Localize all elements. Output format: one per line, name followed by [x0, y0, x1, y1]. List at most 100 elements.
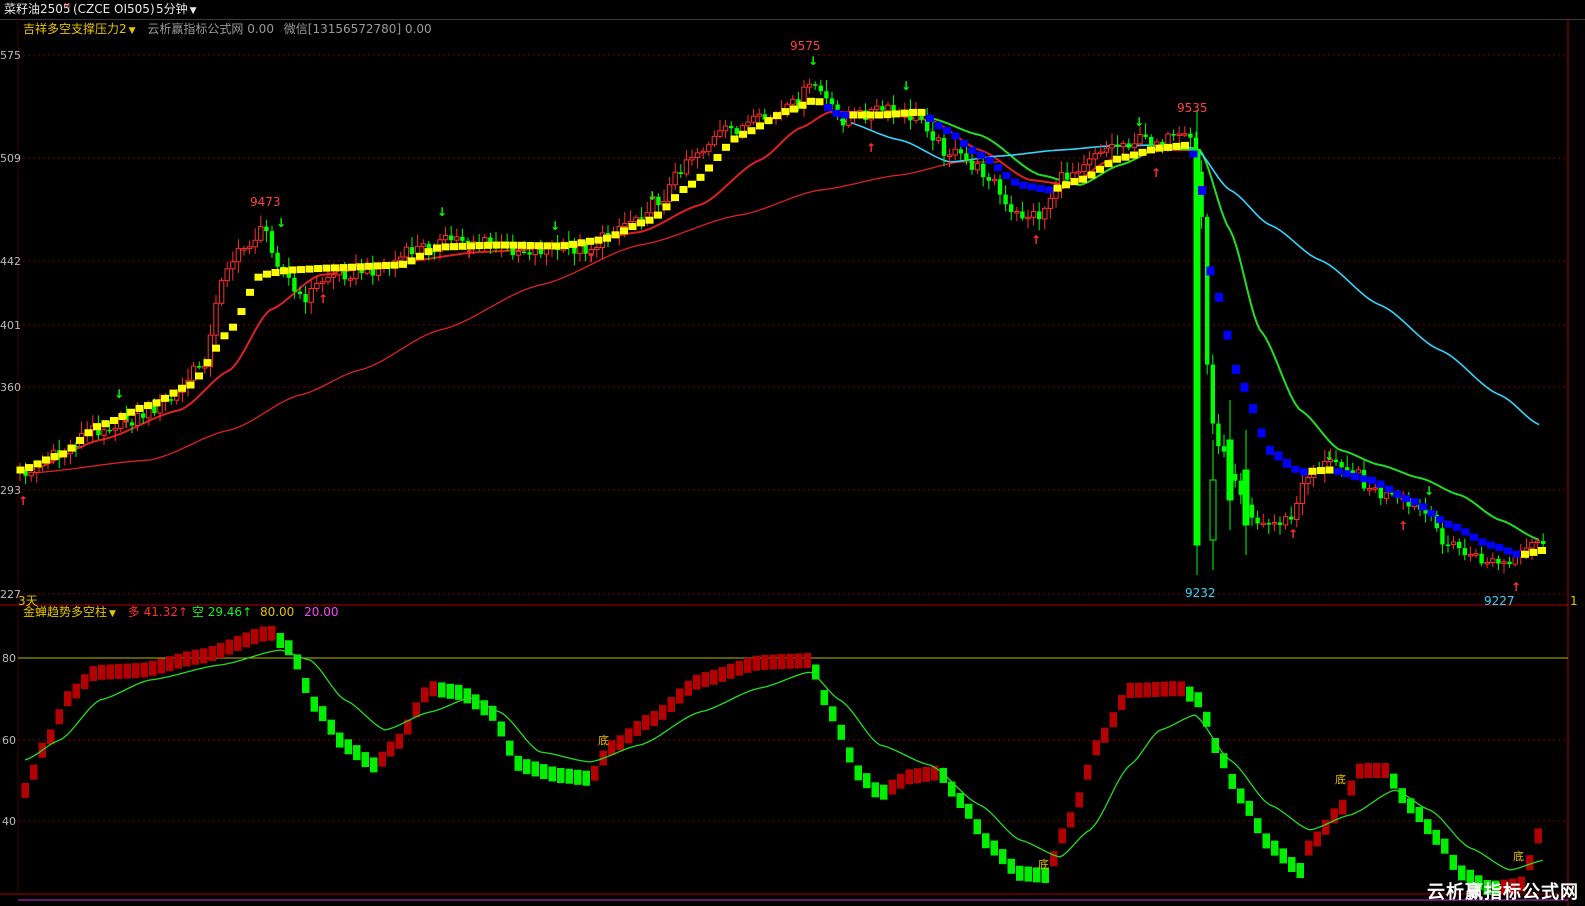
candle-body [806, 83, 813, 88]
candles [17, 78, 1546, 575]
oscillator-bar [1075, 792, 1083, 808]
ribbon-block [492, 241, 501, 249]
ribbon-block [399, 260, 407, 268]
candle-body [689, 157, 695, 161]
oscillator-bar [676, 688, 684, 704]
oscillator-bar [1024, 866, 1032, 882]
oscillator-bar [1092, 740, 1100, 756]
ribbon-block [577, 239, 586, 247]
candle-body [952, 148, 958, 156]
ribbon-block [1495, 544, 1504, 552]
candle-body [1260, 522, 1266, 526]
oscillator-bar [591, 765, 599, 781]
candle-body [224, 268, 230, 282]
ribbon-block [1368, 476, 1376, 484]
oscillator-bar [1262, 833, 1270, 849]
ribbon-block [1444, 520, 1453, 528]
candle-body [1355, 469, 1362, 474]
candle-body [964, 153, 969, 161]
oscillator-bar [659, 704, 667, 720]
buy-arrow-icon: ↑ [318, 292, 328, 306]
oscillator-bar [837, 724, 845, 740]
oscillator-bar [1152, 681, 1160, 697]
oscillator-bar [548, 766, 556, 782]
candle-body [672, 171, 678, 186]
ribbon-block [1070, 178, 1079, 186]
period-selector[interactable]: 5分钟 ▼ [156, 0, 197, 21]
oscillator-bar [370, 757, 378, 773]
candle-body [1507, 561, 1512, 565]
ribbon-block [25, 464, 33, 472]
candle-body [1216, 423, 1221, 447]
oscillator-bar [744, 657, 752, 673]
oscillator-bar [820, 690, 828, 706]
y-axis-label: 575 [0, 49, 21, 62]
ribbon-block [178, 384, 186, 392]
candle-body [974, 163, 981, 171]
ribbon-block [271, 269, 280, 276]
oscillator-bar [463, 688, 471, 704]
ribbon-block [1521, 550, 1529, 558]
price-annotation: 9473 [250, 195, 281, 209]
ribbon-block [1266, 445, 1274, 455]
source-value: 0.00 [247, 22, 274, 36]
chevron-down-icon[interactable]: ▼ [129, 26, 136, 36]
ribbon-block [1402, 495, 1410, 503]
ribbon-block [1283, 458, 1291, 468]
oscillator-bar [582, 770, 590, 786]
ribbon-block [620, 227, 628, 235]
main-indicator-name[interactable]: 吉祥多空支撑压力2 [23, 22, 127, 36]
oscillator-bar [132, 663, 140, 679]
oscillator-bar [200, 648, 208, 664]
ribbon-block [484, 241, 492, 249]
candle-body [1115, 144, 1120, 147]
sub-indicator-name[interactable]: 金蝉趋势多空柱 [23, 605, 107, 619]
oscillator-bar [1109, 712, 1117, 728]
candle-body [314, 282, 320, 290]
ribbon-block [713, 154, 722, 162]
oscillator-bar [208, 646, 216, 662]
ribbon-block [892, 110, 900, 118]
long-label: 多 [127, 605, 140, 619]
ribbon-block [416, 252, 424, 260]
oscillator-bar [327, 719, 335, 735]
watermark-text: 云析赢指标公式网 [1427, 882, 1579, 903]
ribbon-block [815, 98, 824, 106]
ribbon-block [1385, 485, 1393, 493]
instrument-name[interactable]: 菜籽油2505 [4, 0, 71, 19]
price-annotation: 9535 [1177, 101, 1208, 115]
candle-body [639, 217, 644, 219]
ribbon-block [866, 111, 875, 119]
ribbon-block [764, 117, 773, 125]
oscillator-bar [242, 632, 250, 648]
ribbon-block [1351, 472, 1359, 480]
oscillator-bar [854, 765, 862, 781]
candle-body [1025, 216, 1031, 220]
candle-body [1350, 470, 1355, 474]
oscillator-bar [191, 649, 199, 665]
oscillator-bar [1322, 819, 1330, 835]
oscillator-bar [1169, 681, 1177, 697]
ribbon-block [144, 402, 152, 410]
oscillator-bar [1296, 863, 1304, 878]
oscillator-bar [64, 691, 72, 707]
oscillator-bar [667, 696, 675, 712]
oscillator-bar [557, 768, 565, 784]
candle-body [711, 135, 718, 146]
kline-chart[interactable]: ↑↑↑↑ ↑↑↑↑↑↑↑↓↓↓↓↓↓↓↓↓↓ 575509442401360293… [0, 19, 1585, 906]
oscillator-bar [1245, 800, 1253, 816]
ribbon-block [679, 185, 688, 193]
chevron-down-icon[interactable]: ▼ [109, 609, 116, 619]
ribbon-block [1512, 550, 1521, 558]
candle-body [1266, 523, 1271, 525]
buy-arrow-icon: ↑ [866, 141, 876, 155]
candle-body [454, 236, 460, 241]
candle-body [935, 137, 942, 142]
y-axis-label: 509 [0, 152, 21, 165]
candle-body [1009, 204, 1014, 212]
ribbon-block [195, 372, 203, 380]
oscillator-bar [251, 629, 259, 645]
candle-body [420, 243, 426, 247]
price-annotation: 9575 [790, 39, 821, 53]
oscillator-bar [1356, 763, 1364, 779]
